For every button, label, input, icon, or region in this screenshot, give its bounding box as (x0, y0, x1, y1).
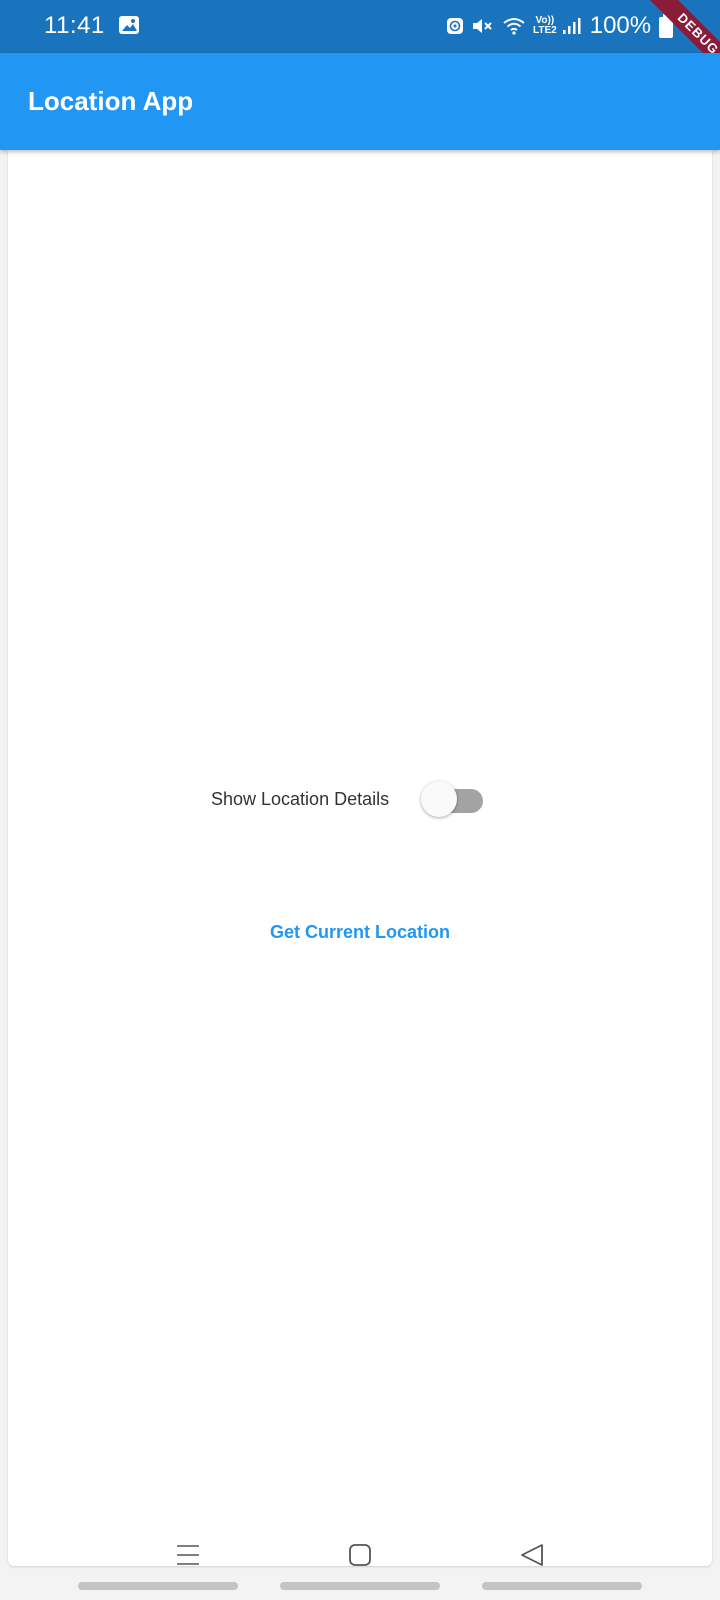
gesture-hint-bar (482, 1582, 642, 1590)
location-details-row: Show Location Details (211, 779, 389, 819)
status-bar: 11:41 Vo)) LTE2 100% (0, 0, 720, 53)
gesture-hint-bar (78, 1582, 238, 1590)
get-current-location-button[interactable]: Get Current Location (254, 912, 466, 952)
back-icon[interactable] (520, 1543, 544, 1567)
app-bar: Location App (0, 53, 720, 150)
status-icons: Vo)) LTE2 100% (446, 12, 651, 40)
status-time: 11:41 (44, 12, 105, 39)
mute-icon (473, 19, 492, 33)
battery-percent: 100% (589, 12, 652, 39)
whatsapp-icon (447, 18, 463, 34)
location-details-switch[interactable] (421, 779, 487, 819)
gesture-hint-bar (280, 1582, 440, 1590)
wifi-icon (503, 18, 525, 35)
battery-icon (659, 14, 673, 38)
app-title: Location App (28, 86, 194, 116)
recents-icon[interactable] (176, 1543, 200, 1567)
volte-icon: Vo)) LTE2 (533, 15, 557, 36)
switch-thumb (421, 781, 457, 817)
home-icon[interactable] (348, 1543, 372, 1567)
main-content (8, 150, 712, 1566)
gallery-icon (119, 16, 139, 34)
switch-label: Show Location Details (211, 788, 390, 809)
signal-icon (562, 18, 581, 34)
